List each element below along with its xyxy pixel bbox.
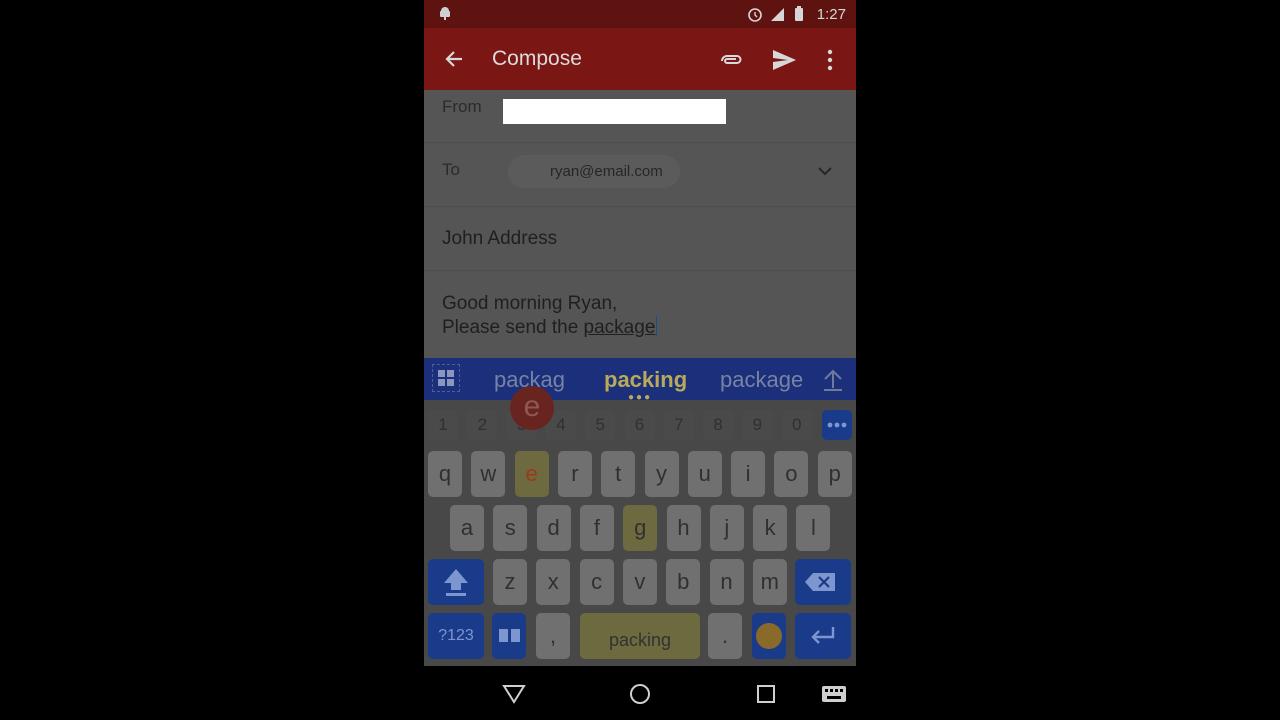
grid-menu-icon[interactable] — [432, 364, 460, 392]
from-label: From — [442, 97, 482, 116]
upload-arrow-icon[interactable] — [820, 366, 846, 392]
letter-key-l[interactable]: l — [796, 505, 831, 551]
subject-row[interactable]: John Address — [424, 206, 856, 271]
letter-key-x[interactable]: x — [536, 559, 571, 605]
keyboard: 1234567890qwertyuiopasdfghjklzxcvbnm ?12… — [424, 386, 856, 666]
to-label: To — [442, 160, 460, 179]
period-key[interactable]: . — [708, 613, 742, 659]
body-line-2-prefix: Please send the — [442, 317, 584, 338]
letter-key-j[interactable]: j — [709, 505, 744, 551]
more-vert-icon[interactable] — [820, 46, 840, 74]
letter-key-i[interactable]: i — [731, 451, 766, 497]
letter-key-f[interactable]: f — [579, 505, 614, 551]
alarm-icon — [747, 6, 763, 22]
number-key[interactable]: 0 — [781, 410, 812, 440]
recipient-email: ryan@email.com — [550, 163, 663, 180]
symbols-key[interactable]: ?123 — [428, 613, 484, 659]
suggestion-right[interactable]: package — [720, 367, 803, 393]
keyboard-switch-key[interactable] — [492, 613, 526, 659]
from-row: From — [424, 90, 856, 143]
letter-key-c[interactable]: c — [579, 559, 614, 605]
number-key[interactable]: 6 — [624, 410, 655, 440]
space-key[interactable]: packing — [580, 613, 700, 659]
recents-square-icon[interactable] — [754, 682, 778, 706]
number-key[interactable]: 2 — [467, 410, 498, 440]
letter-key-n[interactable]: n — [709, 559, 744, 605]
letter-key-p[interactable]: p — [817, 451, 852, 497]
letter-key-s[interactable]: s — [493, 505, 528, 551]
number-key[interactable]: 1 — [428, 410, 458, 440]
text-cursor — [656, 316, 658, 336]
body-line-1: Good morning Ryan, — [442, 293, 618, 314]
status-bar: 1:27 — [424, 0, 856, 28]
letter-key-t[interactable]: t — [601, 451, 636, 497]
letter-key-m[interactable]: m — [752, 559, 787, 605]
battery-icon — [791, 6, 807, 22]
from-field-redacted[interactable] — [503, 99, 726, 124]
android-icon — [438, 6, 452, 20]
number-key[interactable]: 5 — [585, 410, 616, 440]
emoji-key[interactable] — [752, 613, 786, 659]
subject-field[interactable]: John Address — [442, 228, 557, 250]
recipient-chip[interactable]: ryan@email.com — [508, 155, 680, 188]
home-circle-icon[interactable] — [628, 682, 652, 706]
backspace-key[interactable] — [795, 559, 851, 605]
body-line-2: Please send the package — [442, 316, 658, 340]
letter-key-q[interactable]: q — [428, 451, 462, 497]
back-triangle-icon[interactable] — [502, 682, 526, 706]
letter-key-k[interactable]: k — [753, 505, 788, 551]
navigation-bar — [424, 666, 856, 720]
letter-key-e[interactable]: e — [514, 451, 549, 497]
page-title: Compose — [492, 47, 582, 70]
status-time: 1:27 — [816, 5, 846, 23]
signal-icon — [769, 6, 785, 22]
more-keys-button[interactable] — [822, 410, 852, 440]
letter-key-a[interactable]: a — [450, 505, 484, 551]
letter-key-z[interactable]: z — [493, 559, 527, 605]
phone-screen: 1:27 Compose From To ryan@email.com John… — [424, 0, 856, 720]
letter-key-d[interactable]: d — [536, 505, 571, 551]
number-key[interactable]: 8 — [703, 410, 734, 440]
to-row: To ryan@email.com — [424, 142, 856, 207]
letter-key-r[interactable]: r — [557, 451, 592, 497]
shift-key[interactable] — [428, 559, 484, 605]
comma-key[interactable]: , — [536, 613, 570, 659]
suggestion-center[interactable]: packing — [604, 367, 687, 393]
letter-key-h[interactable]: h — [666, 505, 701, 551]
send-icon[interactable] — [770, 46, 798, 74]
letter-key-w[interactable]: w — [471, 451, 506, 497]
chevron-down-icon[interactable] — [816, 162, 834, 180]
attach-icon[interactable] — [716, 46, 744, 74]
suggestion-bar: packag packing ●●● package — [424, 358, 856, 403]
emoji-icon — [756, 623, 782, 649]
composing-word: package — [583, 317, 656, 338]
letter-key-v[interactable]: v — [622, 559, 657, 605]
letter-key-y[interactable]: y — [644, 451, 679, 497]
back-arrow-icon[interactable] — [442, 46, 468, 72]
number-key[interactable]: 9 — [742, 410, 773, 440]
number-key[interactable]: 7 — [663, 410, 694, 440]
enter-key[interactable] — [795, 613, 851, 659]
key-preview-popup: e — [510, 386, 554, 430]
letter-key-b[interactable]: b — [666, 559, 701, 605]
letter-key-u[interactable]: u — [687, 451, 722, 497]
body-field[interactable]: Good morning Ryan, Please send the packa… — [442, 292, 658, 340]
app-bar: Compose — [424, 28, 856, 90]
keyboard-picker-icon[interactable] — [820, 682, 848, 706]
compose-form: From To ryan@email.com John Address Good… — [424, 90, 856, 358]
letter-key-o[interactable]: o — [774, 451, 809, 497]
letter-key-g[interactable]: g — [623, 505, 658, 551]
